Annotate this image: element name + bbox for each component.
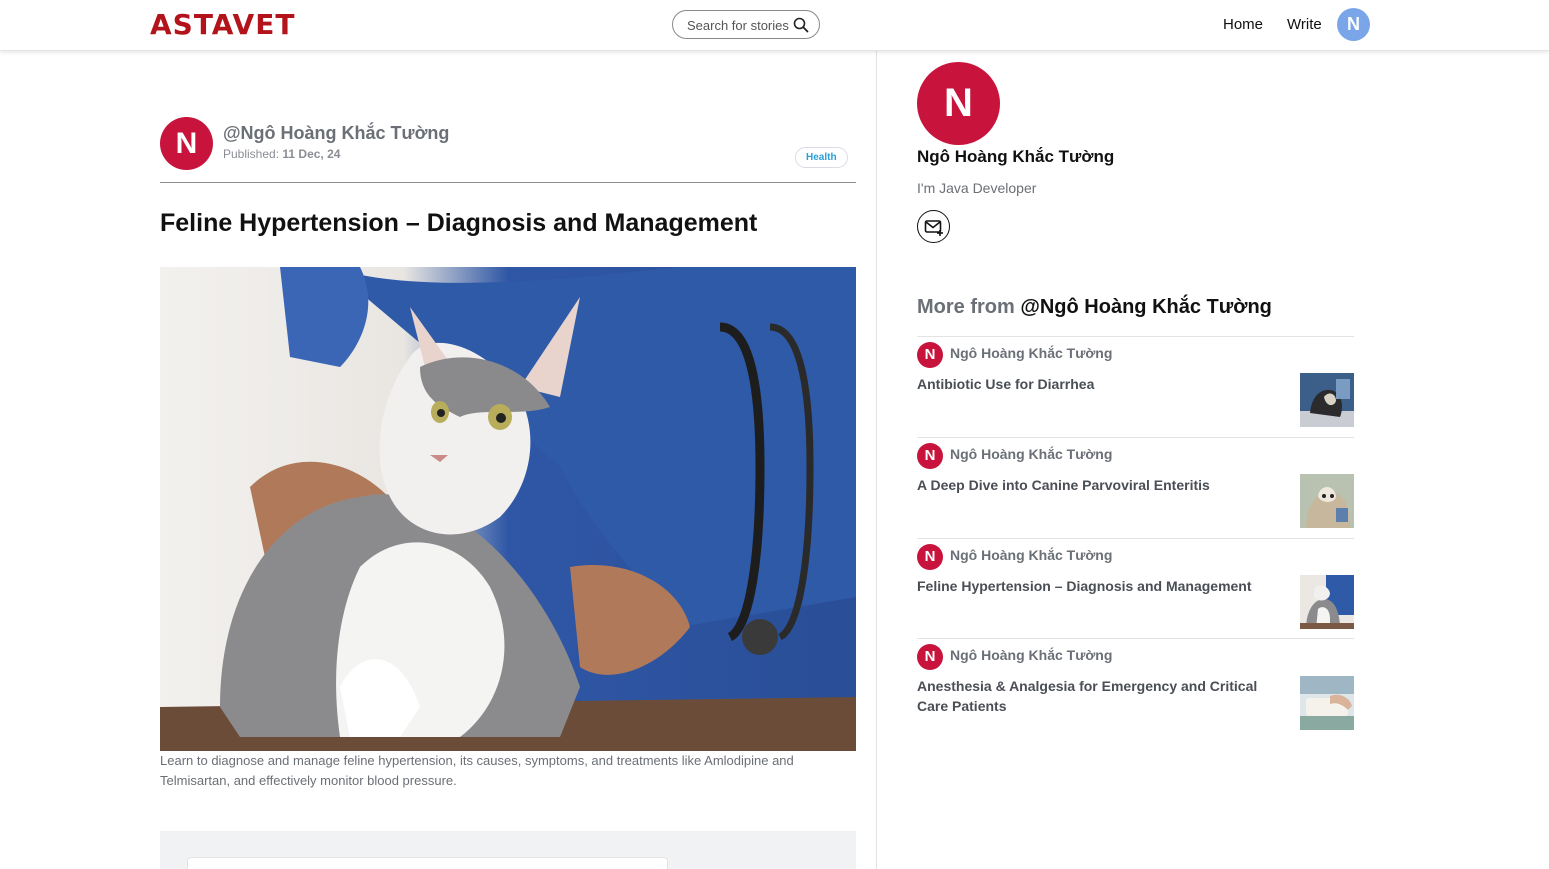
story-thumbnail[interactable]: [1300, 676, 1354, 730]
nav-home-link[interactable]: Home: [1223, 16, 1263, 33]
author-avatar[interactable]: N: [160, 117, 213, 170]
story-item[interactable]: N Ngô Hoàng Khắc Tường Anesthesia & Anal…: [917, 638, 1354, 739]
story-title[interactable]: Feline Hypertension – Diagnosis and Mana…: [917, 576, 1262, 596]
published-date: 11 Dec, 24: [282, 147, 341, 161]
story-title[interactable]: Antibiotic Use for Diarrhea: [917, 374, 1262, 394]
column-divider: [876, 51, 877, 869]
search-box[interactable]: [672, 10, 820, 39]
more-from-author[interactable]: @Ngô Hoàng Khắc Tường: [1020, 296, 1272, 318]
profile-name[interactable]: Ngô Hoàng Khắc Tường: [917, 147, 1114, 167]
story-thumbnail[interactable]: [1300, 373, 1354, 427]
more-from-heading: More from @Ngô Hoàng Khắc Tường: [917, 296, 1272, 319]
mail-plus-icon: [924, 220, 943, 236]
story-item[interactable]: N Ngô Hoàng Khắc Tường A Deep Dive into …: [917, 437, 1354, 538]
story-item[interactable]: N Ngô Hoàng Khắc Tường Feline Hypertensi…: [917, 538, 1354, 639]
story-author-avatar[interactable]: N: [917, 342, 943, 368]
story-thumbnail[interactable]: [1300, 474, 1354, 528]
story-author-avatar[interactable]: N: [917, 443, 943, 469]
search-input[interactable]: [687, 16, 791, 34]
article-summary: Learn to diagnose and manage feline hype…: [160, 753, 794, 788]
story-title[interactable]: Anesthesia & Analgesia for Emergency and…: [917, 676, 1262, 716]
nav-write-link[interactable]: Write: [1287, 16, 1322, 33]
story-author-name[interactable]: Ngô Hoàng Khắc Tường: [950, 547, 1112, 563]
author-handle[interactable]: @Ngô Hoàng Khắc Tường: [223, 123, 449, 144]
story-author-name[interactable]: Ngô Hoàng Khắc Tường: [950, 345, 1112, 361]
subscribe-mail-button[interactable]: [917, 210, 950, 243]
story-author-avatar[interactable]: N: [917, 644, 943, 670]
astavet-logo[interactable]: ASTAVET: [150, 8, 295, 41]
story-title[interactable]: A Deep Dive into Canine Parvoviral Enter…: [917, 475, 1262, 495]
more-from-prefix: More from: [917, 296, 1015, 318]
story-author-name[interactable]: Ngô Hoàng Khắc Tường: [950, 647, 1112, 663]
article-content-card: [187, 857, 668, 869]
search-icon[interactable]: [793, 17, 809, 33]
published-label: Published:: [223, 147, 280, 161]
top-navbar: ASTAVET Home Write N: [0, 0, 1549, 51]
article-hero-image: [160, 267, 856, 751]
profile-bio: I'm Java Developer: [917, 180, 1037, 196]
published-info: Published: 11 Dec, 24: [223, 147, 340, 161]
article-title: Feline Hypertension – Diagnosis and Mana…: [160, 209, 758, 237]
profile-avatar[interactable]: N: [917, 62, 1000, 145]
header-divider: [160, 182, 856, 183]
story-author-name[interactable]: Ngô Hoàng Khắc Tường: [950, 446, 1112, 462]
category-tag[interactable]: Health: [795, 147, 848, 168]
story-thumbnail[interactable]: [1300, 575, 1354, 629]
story-author-avatar[interactable]: N: [917, 544, 943, 570]
user-avatar[interactable]: N: [1337, 8, 1370, 41]
story-item[interactable]: N Ngô Hoàng Khắc Tường Antibiotic Use fo…: [917, 336, 1354, 437]
